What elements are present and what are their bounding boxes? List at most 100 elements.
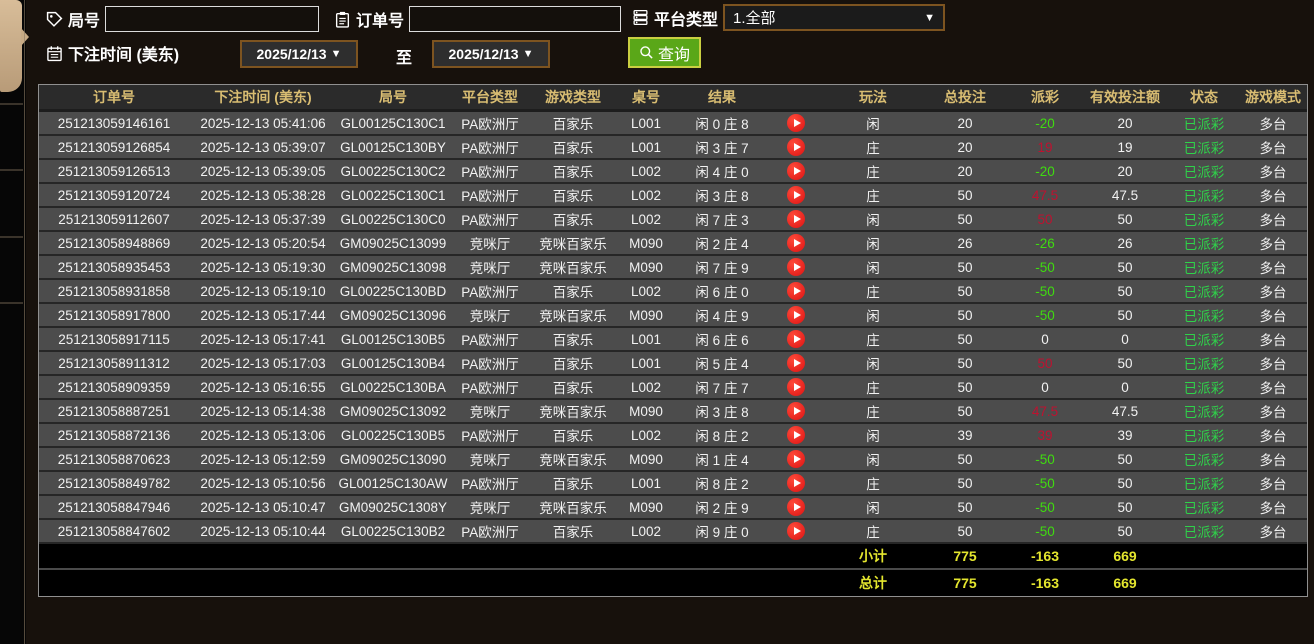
cell-table: M090 <box>615 404 677 419</box>
cell-payout: -50 <box>1009 284 1081 299</box>
total-payout: -163 <box>1009 575 1081 591</box>
server-stack-icon <box>632 9 649 26</box>
replay-play-icon[interactable] <box>787 306 805 324</box>
cell-table: M090 <box>615 236 677 251</box>
cell-order: 251213058872136 <box>39 428 189 443</box>
cell-table: L001 <box>615 116 677 131</box>
cell-bet: 50 <box>921 188 1009 203</box>
left-rail <box>0 0 26 644</box>
cell-status: 已派彩 <box>1169 209 1239 229</box>
round-input[interactable] <box>105 6 319 32</box>
cell-valid: 0 <box>1081 380 1169 395</box>
cell-status: 已派彩 <box>1169 401 1239 421</box>
cell-valid: 50 <box>1081 356 1169 371</box>
replay-play-icon[interactable] <box>787 138 805 156</box>
cell-status: 已派彩 <box>1169 137 1239 157</box>
cell-status: 已派彩 <box>1169 305 1239 325</box>
cell-mode: 多台 <box>1239 329 1307 349</box>
cell-order: 251213058909359 <box>39 380 189 395</box>
cell-bet: 50 <box>921 308 1009 323</box>
cell-order: 251213059126513 <box>39 164 189 179</box>
cell-payout: 39 <box>1009 428 1081 443</box>
cell-table: L002 <box>615 524 677 539</box>
replay-play-icon[interactable] <box>787 330 805 348</box>
cell-game: 百家乐 <box>531 377 615 397</box>
replay-play-icon[interactable] <box>787 162 805 180</box>
cell-order: 251213058847602 <box>39 524 189 539</box>
replay-play-icon[interactable] <box>787 402 805 420</box>
cell-mode: 多台 <box>1239 257 1307 277</box>
replay-play-icon[interactable] <box>787 474 805 492</box>
date-from-select[interactable]: 2025/12/13 ▼ <box>240 40 358 68</box>
table-row: 2512130588497822025-12-13 05:10:56GL0012… <box>39 472 1307 496</box>
play-triangle <box>794 287 801 295</box>
cell-status: 已派彩 <box>1169 521 1239 541</box>
cell-game: 竞咪百家乐 <box>531 449 615 469</box>
platform-select[interactable]: 1.全部 ▼ <box>723 4 945 31</box>
replay-play-icon[interactable] <box>787 234 805 252</box>
side-panel-tab[interactable] <box>0 0 22 92</box>
cell-platform: 竞咪厅 <box>449 233 531 253</box>
cell-order: 251213059126854 <box>39 140 189 155</box>
replay-play-icon[interactable] <box>787 210 805 228</box>
replay-play-icon[interactable] <box>787 282 805 300</box>
cell-game: 百家乐 <box>531 185 615 205</box>
replay-play-icon[interactable] <box>787 450 805 468</box>
replay-play-icon[interactable] <box>787 378 805 396</box>
cell-time: 2025-12-13 05:38:28 <box>189 188 337 203</box>
cell-mode: 多台 <box>1239 305 1307 325</box>
cell-bet: 50 <box>921 284 1009 299</box>
rail-separator <box>0 103 23 105</box>
cell-round: GM09025C13092 <box>337 404 449 419</box>
cell-platform: PA欧洲厅 <box>449 473 531 493</box>
replay-play-icon[interactable] <box>787 522 805 540</box>
replay-play-icon[interactable] <box>787 426 805 444</box>
cell-play: 闲 <box>825 233 921 253</box>
total-row: 总计 775 -163 669 <box>39 570 1307 596</box>
cell-table: L002 <box>615 164 677 179</box>
cell-result: 闲 0 庄 8 <box>677 113 767 133</box>
cell-play: 闲 <box>825 305 921 325</box>
cell-payout: -50 <box>1009 476 1081 491</box>
cell-time: 2025-12-13 05:16:55 <box>189 380 337 395</box>
filter-bar: 局号 订单号 平台类型 1.全部 ▼ <box>26 0 1314 82</box>
table-row: 2512130591461612025-12-13 05:41:06GL0012… <box>39 112 1307 136</box>
order-input[interactable] <box>409 6 621 32</box>
cell-round: GL00225C130C1 <box>337 188 449 203</box>
cell-status: 已派彩 <box>1169 497 1239 517</box>
cell-order: 251213058931858 <box>39 284 189 299</box>
cell-time: 2025-12-13 05:10:44 <box>189 524 337 539</box>
cell-status: 已派彩 <box>1169 425 1239 445</box>
column-header: 总投注 <box>921 87 1009 107</box>
cell-status: 已派彩 <box>1169 233 1239 253</box>
cell-round: GL00125C130BY <box>337 140 449 155</box>
replay-play-icon[interactable] <box>787 186 805 204</box>
replay-play-icon[interactable] <box>787 498 805 516</box>
play-triangle <box>794 335 801 343</box>
cell-valid: 20 <box>1081 116 1169 131</box>
cell-result: 闲 3 庄 8 <box>677 401 767 421</box>
main-content: 局号 订单号 平台类型 1.全部 ▼ <box>26 0 1314 644</box>
cell-order: 251213058849782 <box>39 476 189 491</box>
replay-play-icon[interactable] <box>787 114 805 132</box>
cell-mode: 多台 <box>1239 113 1307 133</box>
replay-play-icon[interactable] <box>787 258 805 276</box>
replay-play-icon[interactable] <box>787 354 805 372</box>
cell-table: L001 <box>615 332 677 347</box>
date-to-select[interactable]: 2025/12/13 ▼ <box>432 40 550 68</box>
cell-order: 251213059112607 <box>39 212 189 227</box>
cell-replay <box>767 330 825 348</box>
play-triangle <box>794 383 801 391</box>
cell-result: 闲 2 庄 9 <box>677 497 767 517</box>
cell-bet: 50 <box>921 500 1009 515</box>
cell-bet: 39 <box>921 428 1009 443</box>
query-button[interactable]: 查询 <box>628 37 701 68</box>
cell-result: 闲 5 庄 4 <box>677 353 767 373</box>
cell-round: GM09025C13096 <box>337 308 449 323</box>
clipboard-icon <box>334 11 351 28</box>
table-row: 2512130589093592025-12-13 05:16:55GL0022… <box>39 376 1307 400</box>
cell-time: 2025-12-13 05:10:56 <box>189 476 337 491</box>
platform-selected-value: 1.全部 <box>733 7 776 28</box>
cell-play: 庄 <box>825 161 921 181</box>
cell-bet: 50 <box>921 380 1009 395</box>
